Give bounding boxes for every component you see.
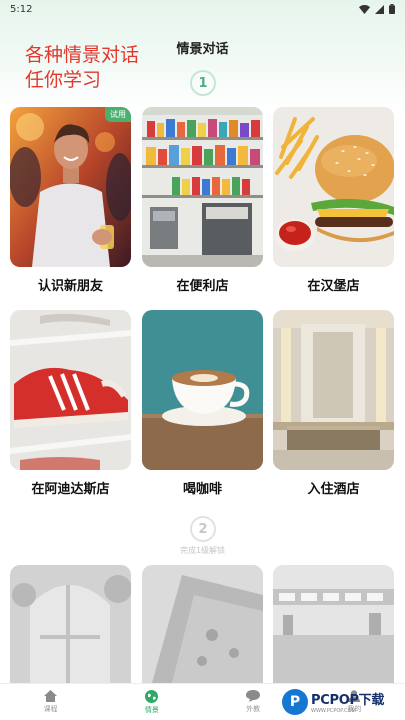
scene-label-meet-friends: 认识新朋友	[37, 279, 103, 294]
scene-label-coffee: 喝咖啡	[182, 482, 222, 497]
home-icon	[44, 690, 58, 702]
nav-label-scene: 情景	[144, 705, 159, 714]
nav-tab-course[interactable]: 课程	[16, 690, 86, 714]
watermark: P PCPOP下载 WWW.PCPOP.COM	[282, 683, 405, 720]
scene-label-burger-shop: 在汉堡店	[307, 279, 360, 294]
scene-image-adidas-store	[10, 310, 131, 470]
watermark-logo-icon: P	[282, 688, 308, 715]
scene-image-hotel	[273, 310, 394, 470]
scene-label-convenience-store: 在便利店	[176, 279, 229, 294]
locked-scene-card-restaurant[interactable]	[10, 565, 131, 683]
nav-tab-tutor[interactable]: 外教	[218, 690, 288, 714]
scene-card-coffee[interactable]	[142, 310, 263, 470]
scene-image-convenience-store	[142, 107, 263, 267]
status-icons	[359, 4, 395, 14]
watermark-url: WWW.PCPOP.COM	[311, 708, 356, 714]
nav-tab-scene[interactable]: 情景	[117, 689, 187, 715]
nav-label-tutor: 外教	[246, 705, 261, 713]
scene-image-meet-friends	[10, 107, 131, 267]
locked-scene-image-pizza	[142, 565, 263, 683]
scene-label-adidas-store: 在阿迪达斯店	[31, 482, 110, 497]
scene-card-adidas-store[interactable]	[10, 310, 131, 470]
level-1-marker: 1	[190, 70, 216, 96]
scene-image-coffee	[142, 310, 263, 470]
scene-card-hotel[interactable]	[273, 310, 394, 470]
locked-scene-image-counter	[273, 565, 394, 683]
status-bar: 5:12	[0, 0, 405, 18]
battery-icon	[389, 4, 395, 14]
hero-line-2: 任你学习	[25, 69, 102, 91]
wifi-icon	[359, 4, 370, 14]
locked-scene-card-counter[interactable]	[273, 565, 394, 683]
locked-scene-card-pizza[interactable]	[142, 565, 263, 683]
level-2-marker: 2	[190, 516, 216, 542]
scene-card-convenience-store[interactable]	[142, 107, 263, 267]
locked-scene-image-restaurant	[10, 565, 131, 683]
scene-label-hotel: 入住酒店	[307, 482, 360, 497]
scene-card-meet-friends[interactable]: 试用	[10, 107, 131, 267]
scene-image-burger-shop	[273, 107, 394, 267]
globe-icon	[145, 689, 159, 703]
nav-label-course: 课程	[43, 705, 58, 713]
watermark-brand: PCPOP下载	[311, 693, 385, 708]
scene-card-burger-shop[interactable]	[273, 107, 394, 267]
trial-badge: 试用	[105, 107, 131, 122]
signal-icon	[375, 4, 384, 14]
unlock-hint: 完成1级解锁	[179, 546, 226, 555]
status-time: 5:12	[10, 3, 33, 15]
page-title: 情景对话	[176, 42, 229, 57]
chat-icon	[246, 690, 261, 702]
